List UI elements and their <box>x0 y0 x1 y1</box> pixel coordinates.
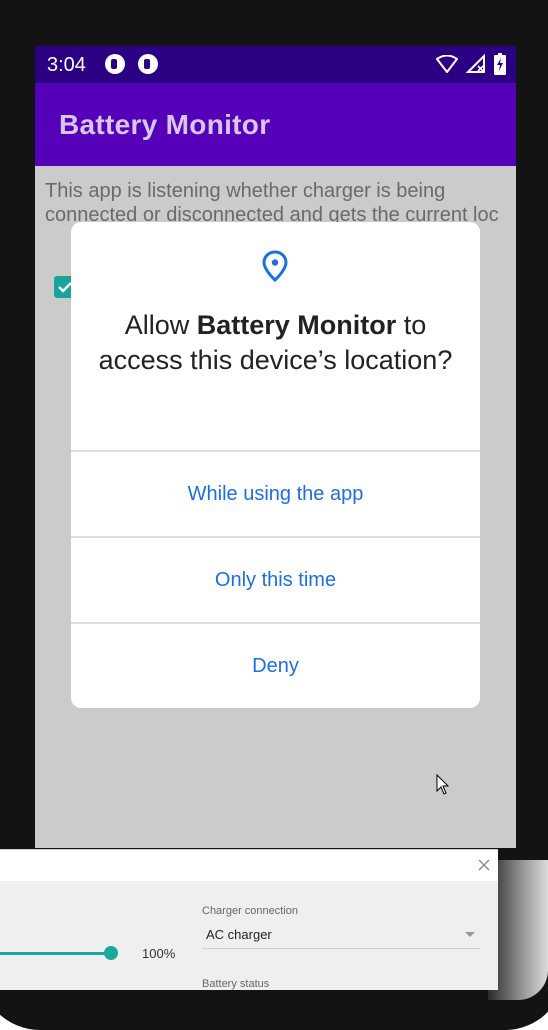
battery-level-value: 100% <box>142 946 176 961</box>
app-title: Battery Monitor <box>59 109 271 140</box>
charger-connection-select[interactable]: AC charger <box>206 927 272 942</box>
notification-app-icon <box>138 54 158 74</box>
mouse-cursor-icon <box>436 774 450 795</box>
dialog-title-prefix: Allow <box>124 310 197 340</box>
location-pin-icon <box>262 250 288 282</box>
battery-level-slider-thumb[interactable] <box>104 946 118 960</box>
chevron-down-icon[interactable] <box>465 932 475 937</box>
signal-icon <box>466 54 485 73</box>
select-underline <box>202 948 480 949</box>
battery-level-slider-track[interactable] <box>0 952 110 955</box>
battery-status-label: Battery status <box>202 978 270 990</box>
charger-connection-label: Charger connection <box>202 905 299 917</box>
notification-app-icon <box>105 54 125 74</box>
only-this-time-button[interactable]: Only this time <box>71 538 480 622</box>
status-bar: 3:04 <box>35 46 516 83</box>
while-using-app-button[interactable]: While using the app <box>71 452 480 536</box>
emulator-battery-panel: 100% Charger connection AC charger Batte… <box>0 849 498 990</box>
dialog-title: Allow Battery Monitor to access this dev… <box>91 308 460 378</box>
status-time: 3:04 <box>47 54 86 76</box>
location-permission-dialog: Allow Battery Monitor to access this dev… <box>71 222 480 708</box>
description-text: This app is listening whether charger is… <box>45 180 499 226</box>
dialog-app-name: Battery Monitor <box>196 310 397 340</box>
app-bar: Battery Monitor <box>35 83 516 166</box>
close-icon[interactable] <box>476 857 492 873</box>
battery-charging-icon <box>494 53 506 75</box>
wifi-icon <box>436 55 458 73</box>
device-screen: 3:04 Battery Monitor This app is listeni… <box>35 46 516 848</box>
deny-button[interactable]: Deny <box>71 624 480 708</box>
panel-header <box>0 850 498 881</box>
